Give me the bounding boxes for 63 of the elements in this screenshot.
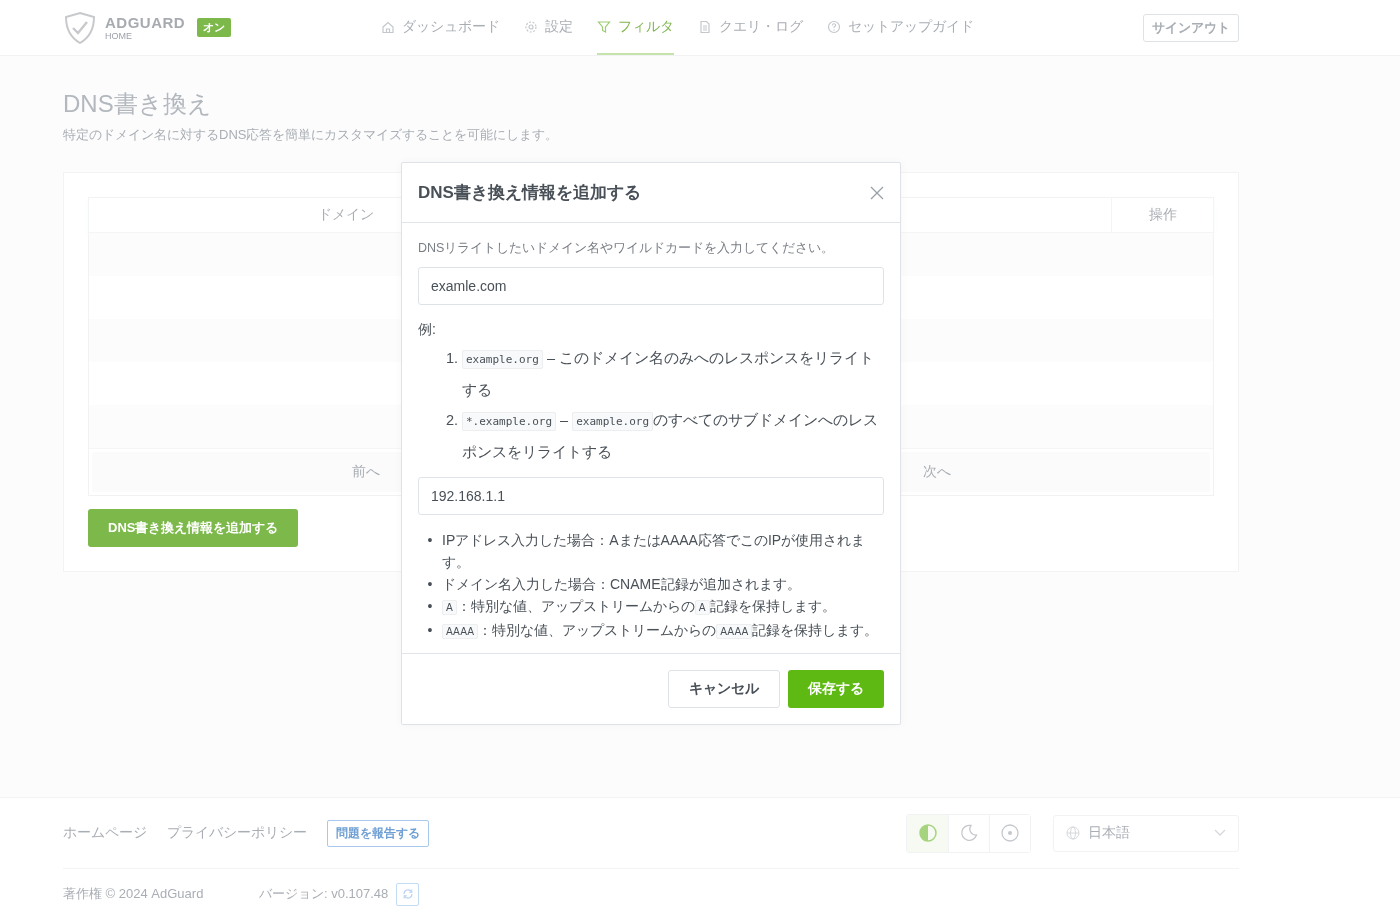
status-badge: オン	[197, 18, 232, 37]
domain-input-field[interactable]: examle.com	[418, 267, 884, 305]
close-button[interactable]	[870, 185, 884, 200]
close-icon	[870, 185, 884, 200]
help-icon	[827, 19, 841, 34]
gear-icon	[524, 19, 538, 34]
filter-icon	[597, 19, 611, 34]
list-number: 1.	[444, 349, 459, 368]
column-header: ドメイン	[317, 205, 375, 224]
theme-button[interactable]	[989, 814, 1030, 852]
note-text: IPアドレス入力した場合：AまたはAAAA応答でこのIPが使用されます。	[442, 531, 867, 572]
note-text: A ：特別な値、アップストリームからの A 記録を保持します。	[442, 595, 890, 619]
add-rewrite-button[interactable]: DNS書き換え情報を追加する	[88, 509, 299, 547]
nav-tab[interactable]: 設定	[524, 0, 573, 55]
page-subtitle: 特定のドメイン名に対するDNS応答を簡単にカスタマイズすることを可能にします。	[63, 126, 560, 144]
sun-icon	[1001, 824, 1019, 842]
document-icon	[698, 19, 712, 34]
chevron-down-icon	[1214, 829, 1226, 837]
shield-check-icon	[63, 10, 97, 45]
nav-tab[interactable]: クエリ・ログ	[698, 0, 803, 55]
bullet-mark: •	[426, 575, 434, 594]
code-snippet: AAAA	[716, 624, 753, 639]
moon-icon	[960, 824, 978, 842]
code-snippet: AAAA	[442, 624, 479, 639]
nav-tab[interactable]: フィルタ	[597, 0, 674, 55]
theme-button[interactable]	[907, 814, 948, 852]
footer-link[interactable]: プライバシーポリシー	[167, 824, 307, 842]
logo-text: ADGUARD	[105, 14, 186, 30]
dialog-title: DNS書き換え情報を追加する	[418, 182, 641, 204]
logo-subtitle: HOME	[105, 31, 133, 41]
bullet-mark: •	[426, 597, 434, 616]
field-description: DNSリライトしたいドメイン名やワイルドカードを入力してください。	[418, 240, 836, 257]
code-snippet: A	[694, 600, 710, 615]
report-issue-button[interactable]: 問題を報告する	[327, 819, 429, 847]
nav-tab[interactable]: ダッシュボード	[381, 0, 500, 55]
language-select[interactable]: 日本語	[1053, 814, 1239, 852]
code-snippet: *.example.org	[462, 412, 557, 431]
language-label: 日本語	[1088, 824, 1130, 842]
list-number: 2.	[444, 411, 459, 430]
globe-icon	[1066, 826, 1080, 840]
code-snippet: example.org	[572, 412, 654, 431]
column-header: 操作	[1111, 198, 1213, 232]
home-icon	[381, 19, 395, 34]
example-text: example.org – このドメイン名のみへのレスポンスをリライトする	[462, 349, 875, 400]
footer-link[interactable]: ホームページ	[63, 824, 147, 842]
sign-out-button[interactable]: サインアウト	[1143, 13, 1239, 42]
code-snippet: example.org	[462, 350, 543, 369]
version-text: バージョン: v0.107.48	[259, 885, 389, 903]
half-circle-icon	[918, 824, 937, 842]
note-text: AAAA ：特別な値、アップストリームからの AAAA 記録を保持します。	[442, 619, 890, 643]
cancel-button[interactable]: キャンセル	[668, 670, 780, 708]
nav-tab[interactable]: セットアップガイド	[827, 0, 974, 55]
note-text: ドメイン名入力した場合：CNAME記録が追加されます。	[442, 575, 802, 594]
code-snippet: A	[442, 600, 457, 615]
page-title: DNS書き換え	[63, 89, 213, 119]
examples-label: 例:	[418, 321, 437, 339]
bullet-mark: •	[426, 531, 434, 550]
save-button[interactable]: 保存する	[788, 670, 884, 708]
bullet-mark: •	[426, 621, 434, 640]
refresh-button[interactable]	[396, 882, 420, 906]
answer-input-field[interactable]: 192.168.1.1	[418, 477, 884, 515]
copyright-text: 著作権 © 2024 AdGuard	[63, 885, 205, 903]
refresh-icon	[401, 888, 414, 900]
